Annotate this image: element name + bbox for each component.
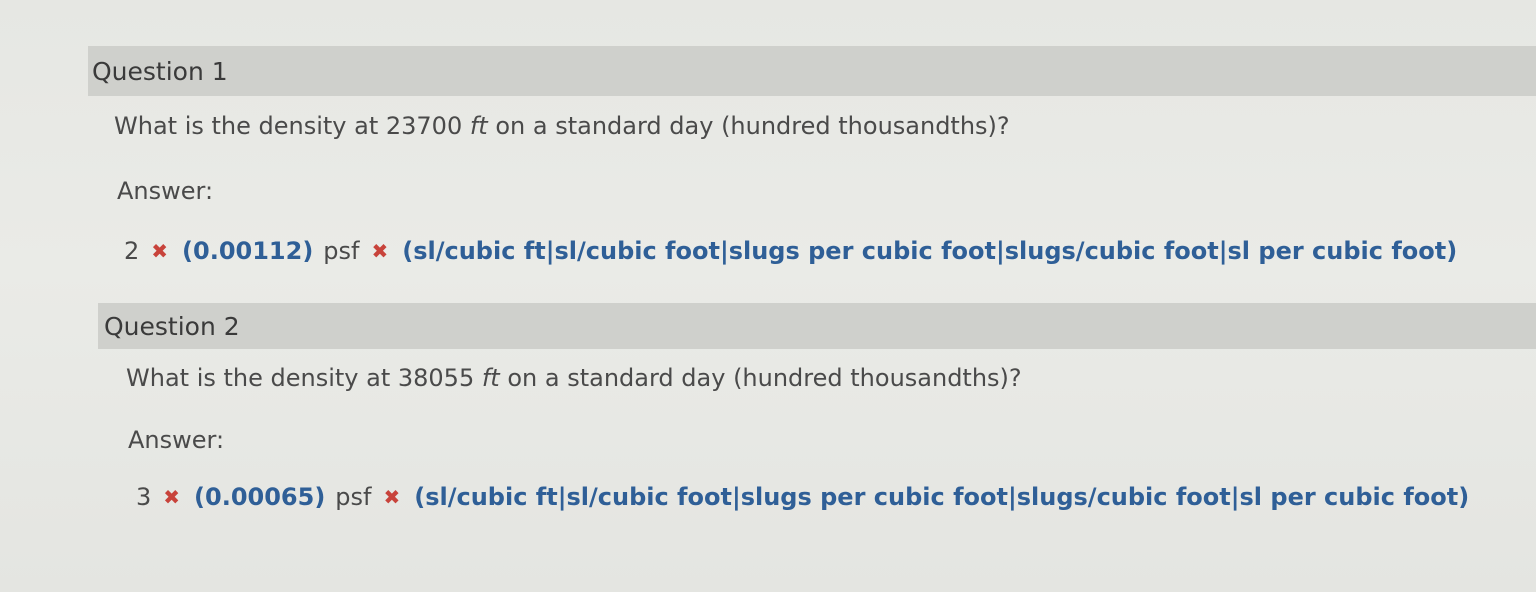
question-1-correct-value: (0.00112) <box>182 237 314 265</box>
incorrect-icon: ✖ <box>151 239 169 263</box>
question-1-given-answer: 2 <box>124 237 140 265</box>
question-2-title: Question 2 <box>104 311 240 341</box>
question-1-header: Question 1 <box>88 46 1536 96</box>
incorrect-icon: ✖ <box>163 485 181 509</box>
question-1-answer-row: 2 ✖ (0.00112) psf ✖ (sl/cubic ft|sl/cubi… <box>124 237 1457 265</box>
incorrect-icon: ✖ <box>383 485 401 509</box>
question-1-text: What is the density at 23700 ft on a sta… <box>114 112 1010 140</box>
question-1-correct-unit: (sl/cubic ft|sl/cubic foot|slugs per cub… <box>402 237 1458 265</box>
question-2-given-answer: 3 <box>136 483 152 511</box>
question-2-header: Question 2 <box>98 303 1536 349</box>
question-2-answer-row: 3 ✖ (0.00065) psf ✖ (sl/cubic ft|sl/cubi… <box>136 483 1469 511</box>
question-2-correct-unit: (sl/cubic ft|sl/cubic foot|slugs per cub… <box>414 483 1470 511</box>
question-2-text: What is the density at 38055 ft on a sta… <box>126 364 1022 392</box>
incorrect-icon: ✖ <box>371 239 389 263</box>
question-1-answer-label: Answer: <box>117 177 214 205</box>
question-1-given-unit: psf <box>323 237 360 265</box>
question-2-answer-label: Answer: <box>128 426 225 454</box>
question-2-correct-value: (0.00065) <box>194 483 326 511</box>
question-2-given-unit: psf <box>335 483 372 511</box>
question-1-title: Question 1 <box>92 56 228 86</box>
